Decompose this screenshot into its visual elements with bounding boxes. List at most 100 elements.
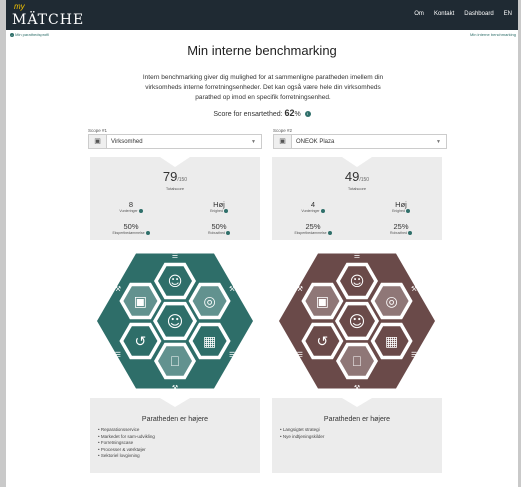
scope2-label: Scope #2 bbox=[273, 128, 293, 133]
scope1-hex-svg: ▦ ⎕ ↺ ▣ ☺ ◎ ☺ ☰ ⚒ ☰ ⚒ ☰ ⚒ bbox=[97, 252, 253, 392]
list-item: Nye indtjeningskilder bbox=[280, 434, 325, 441]
cart-icon: ☰ bbox=[297, 351, 303, 359]
scope1-metric-assessments: 8 Vurderinger bbox=[96, 200, 166, 214]
scope2-hex-svg: ▦ ⎕ ↺ ▣ ☺ ◎ ☺ ☰ ⚒ ☰ ⚒ ☰ ⚒ bbox=[279, 252, 435, 392]
scope1-total-label: Totalscore bbox=[165, 186, 185, 191]
info-icon[interactable] bbox=[138, 209, 143, 214]
scope2-total-max: /150 bbox=[359, 177, 370, 183]
cart-icon: ⚒ bbox=[354, 384, 360, 392]
scope1-hex-diagram: ▦ ⎕ ↺ ▣ ☺ ◎ ☺ ☰ ⚒ ☰ ⚒ ☰ ⚒ bbox=[90, 243, 260, 398]
scope1-select[interactable]: ▣ Virksomhed ▼ bbox=[88, 134, 262, 149]
area-icon: ⎕ bbox=[353, 354, 361, 370]
info-icon[interactable] bbox=[223, 209, 228, 214]
info-icon[interactable] bbox=[225, 231, 230, 236]
cart-icon: ⚒ bbox=[229, 285, 235, 293]
cart-icon: ☰ bbox=[172, 252, 178, 260]
info-icon[interactable] bbox=[405, 209, 410, 214]
app-logo[interactable]: my MÄTCHE bbox=[12, 3, 84, 29]
scope2-total: 49/150 bbox=[272, 169, 442, 184]
metric-label: Vurderinger bbox=[301, 209, 320, 213]
cart-icon: ⚒ bbox=[297, 285, 303, 293]
scope1-panel-title: Paratheden er højere bbox=[141, 416, 209, 423]
area-icon: ☺ bbox=[168, 274, 183, 290]
metric-value: 25% bbox=[393, 222, 409, 231]
cart-icon: ☰ bbox=[115, 351, 121, 359]
info-icon[interactable] bbox=[407, 231, 412, 236]
sub-navigation: ‹ Min parathedsprofil Min interne benchm… bbox=[6, 30, 518, 40]
scope2-score-card: 49/150 Totalscore 4 Vurderinger Høj Enig… bbox=[272, 157, 442, 240]
scope2-panel-title: Paratheden er højere bbox=[323, 416, 391, 423]
score-value: 62 bbox=[284, 108, 295, 118]
language-switch[interactable]: EN bbox=[504, 11, 512, 17]
current-page-link[interactable]: Min interne benchmarking bbox=[470, 32, 516, 37]
metric-label: Ekspertbedømmelse bbox=[112, 231, 145, 235]
scope1-metric-agreement: Høj Enighed bbox=[184, 200, 254, 214]
scope2-higher-panel: Paratheden er højere Langsigtet strategi… bbox=[272, 398, 442, 473]
metric-value: Høj bbox=[395, 200, 407, 209]
scope2-metric-expert: 25% Ekspertbedømmelse bbox=[278, 222, 348, 236]
logo-my: my bbox=[14, 2, 25, 11]
metric-value: 4 bbox=[310, 200, 316, 209]
cart-icon: ☰ bbox=[354, 252, 360, 260]
back-arrow-icon: ‹ bbox=[10, 32, 14, 37]
people-icon: ☺ bbox=[167, 312, 184, 331]
metric-value: Høj bbox=[213, 200, 225, 209]
panel-notch bbox=[160, 398, 190, 407]
nav-item-dashboard[interactable]: Dashboard bbox=[464, 11, 493, 17]
scope1-metric-expert: 50% Ekspertbedømmelse bbox=[96, 222, 166, 236]
info-icon[interactable] bbox=[327, 231, 332, 236]
area-icon: ↺ bbox=[316, 334, 328, 350]
scope1-metric-robustness: 50% Robusthed bbox=[184, 222, 254, 236]
scope2-select[interactable]: ▣ ONEOK Plaza ▼ bbox=[273, 134, 447, 149]
area-icon: ↺ bbox=[134, 334, 146, 350]
area-icon: ◎ bbox=[386, 294, 398, 310]
metric-label: Enighed bbox=[392, 209, 405, 213]
scope1-total-value: 79 bbox=[162, 169, 178, 184]
area-icon: ▦ bbox=[203, 334, 216, 350]
back-link-label: Min parathedsprofil bbox=[15, 32, 50, 37]
scope1-higher-panel: Paratheden er højere Reparationsservice … bbox=[90, 398, 260, 473]
cart-icon: ⚒ bbox=[411, 285, 417, 293]
scope1-selected: Virksomhed bbox=[111, 139, 143, 145]
card-notch bbox=[342, 157, 372, 167]
window-frame-left bbox=[0, 0, 6, 487]
metric-label: Enighed bbox=[210, 209, 223, 213]
metric-value: 25% bbox=[305, 222, 321, 231]
page-intro: Intern benchmarking giver dig mulighed f… bbox=[142, 74, 384, 101]
info-icon[interactable] bbox=[145, 231, 150, 236]
metric-value: 50% bbox=[211, 222, 227, 231]
factory-icon: ▣ bbox=[274, 135, 292, 148]
scope1-label: Scope #1 bbox=[88, 128, 108, 133]
scope2-metric-robustness: 25% Robusthed bbox=[366, 222, 436, 236]
back-link[interactable]: ‹ Min parathedsprofil bbox=[10, 32, 49, 37]
metric-value: 8 bbox=[128, 200, 134, 209]
metric-value: 50% bbox=[123, 222, 139, 231]
nav-item-kontakt[interactable]: Kontakt bbox=[434, 11, 454, 17]
top-navigation-bar: my MÄTCHE Om Kontakt Dashboard EN bbox=[6, 0, 518, 30]
cart-icon: ⚒ bbox=[115, 285, 121, 293]
scope2-panel-list: Langsigtet strategi Nye indtjeningskilde… bbox=[280, 427, 325, 441]
area-icon: ▦ bbox=[385, 334, 398, 350]
similarity-score: Score for ensartethed: 62% i bbox=[6, 108, 518, 118]
info-icon[interactable] bbox=[320, 209, 325, 214]
page-title: Min interne benchmarking bbox=[187, 43, 337, 58]
metric-label: Ekspertbedømmelse bbox=[294, 231, 327, 235]
cart-icon: ☰ bbox=[229, 351, 235, 359]
scope2-hex-diagram: ▦ ⎕ ↺ ▣ ☺ ◎ ☺ ☰ ⚒ ☰ ⚒ ☰ ⚒ bbox=[272, 243, 442, 398]
main-nav: Om Kontakt Dashboard EN bbox=[414, 11, 512, 17]
cart-icon: ☰ bbox=[411, 351, 417, 359]
nav-item-om[interactable]: Om bbox=[414, 11, 424, 17]
info-icon[interactable]: i bbox=[304, 111, 311, 118]
score-label: Score for ensartethed: bbox=[213, 111, 283, 118]
scope2-metric-agreement: Høj Enighed bbox=[366, 200, 436, 214]
scope1-panel-list: Reparationsservice Markedet for sam-udvi… bbox=[98, 427, 155, 460]
metric-label: Robusthed bbox=[390, 231, 407, 235]
panel-notch bbox=[342, 398, 372, 407]
scope1-total-max: /150 bbox=[177, 177, 188, 183]
chevron-down-icon: ▼ bbox=[436, 139, 441, 145]
scope1-score-card: 79/150 Totalscore 8 Vurderinger Høj Enig… bbox=[90, 157, 260, 240]
scope2-total-value: 49 bbox=[344, 169, 360, 184]
area-icon: ◎ bbox=[204, 294, 216, 310]
metric-label: Vurderinger bbox=[119, 209, 138, 213]
cart-icon: ⚒ bbox=[172, 384, 178, 392]
